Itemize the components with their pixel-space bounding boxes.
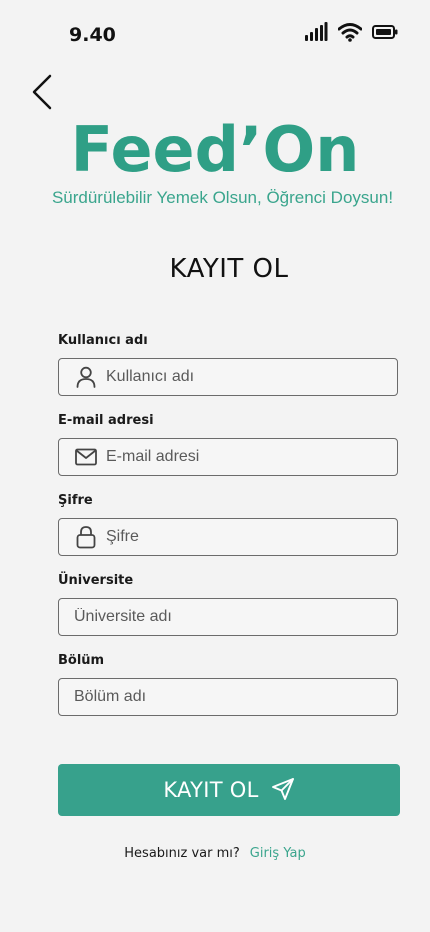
department-field-box[interactable] [58,678,398,716]
email-label: E-mail adresi [58,413,154,428]
status-time: 9.40 [69,24,116,46]
email-input[interactable] [106,439,397,475]
lock-icon [74,525,98,549]
status-icons [304,22,398,47]
mail-icon [74,445,98,469]
login-prompt: Hesabınız var mı? Giriş Yap [0,846,430,861]
user-icon [74,365,98,389]
login-question: Hesabınız var mı? [124,846,240,861]
login-link[interactable]: Giriş Yap [250,846,306,861]
register-button[interactable]: KAYIT OL [58,764,400,816]
department-label: Bölüm [58,653,105,668]
signal-icon [304,22,328,47]
wifi-icon [337,22,363,47]
battery-icon [372,25,398,44]
password-input[interactable] [106,519,397,555]
department-input[interactable] [74,679,397,715]
chevron-left-icon [31,74,53,115]
brand-logo-text: Feed’On [70,113,360,186]
status-bar: 9.40 [0,0,430,60]
tagline: Sürdürülebilir Yemek Olsun, Öğrenci Doys… [51,188,394,207]
email-field-box[interactable] [58,438,398,476]
password-label: Şifre [58,493,93,508]
university-field-box[interactable] [58,598,398,636]
university-input[interactable] [74,599,397,635]
username-field-box[interactable] [58,358,398,396]
page-title: KAYIT OL [169,254,289,284]
username-input[interactable] [106,359,397,395]
register-button-label: KAYIT OL [163,778,259,802]
username-label: Kullanıcı adı [58,333,148,348]
university-label: Üniversite [58,573,134,588]
send-icon [271,777,295,804]
password-field-box[interactable] [58,518,398,556]
